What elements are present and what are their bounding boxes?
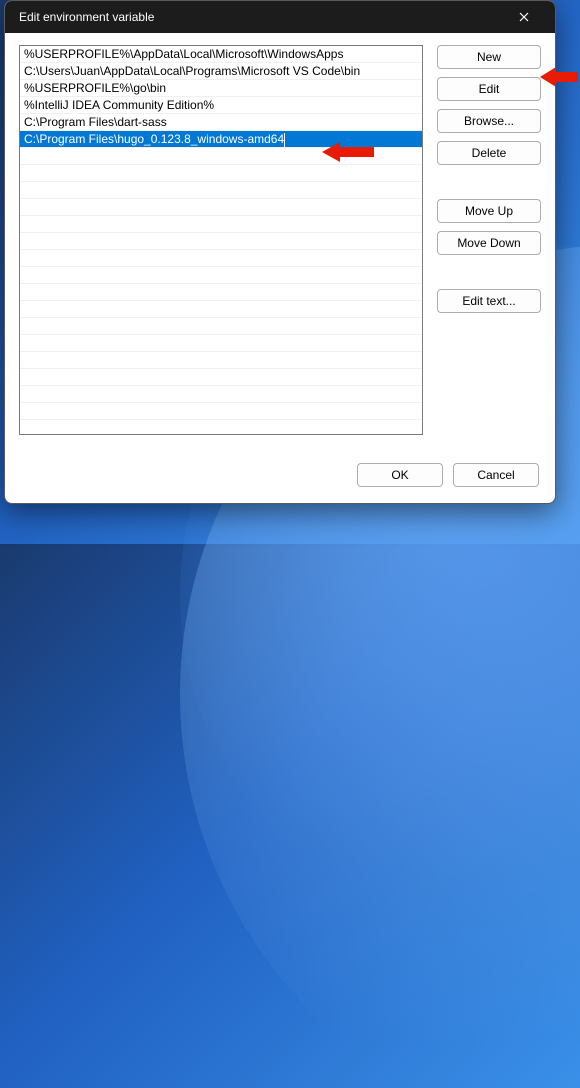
list-item-empty[interactable] bbox=[20, 199, 422, 216]
delete-button[interactable]: Delete bbox=[437, 141, 541, 165]
list-item-empty[interactable] bbox=[20, 284, 422, 301]
edit-button[interactable]: Edit bbox=[437, 77, 541, 101]
list-item[interactable]: C:\Program Files\dart-sass bbox=[20, 114, 422, 131]
list-item-empty[interactable] bbox=[20, 165, 422, 182]
cancel-button[interactable]: Cancel bbox=[453, 463, 539, 487]
path-listbox[interactable]: %USERPROFILE%\AppData\Local\Microsoft\Wi… bbox=[19, 45, 423, 435]
side-buttons: New Edit Browse... Delete Move Up Move D… bbox=[437, 45, 541, 449]
dialog-footer: OK Cancel bbox=[5, 449, 555, 503]
editing-text: C:\Program Files\hugo_0.123.8_windows-am… bbox=[24, 132, 284, 146]
dialog-title: Edit environment variable bbox=[19, 10, 503, 24]
list-item-empty[interactable] bbox=[20, 369, 422, 386]
move-up-button[interactable]: Move Up bbox=[437, 199, 541, 223]
edit-text-button[interactable]: Edit text... bbox=[437, 289, 541, 313]
new-button[interactable]: New bbox=[437, 45, 541, 69]
list-item[interactable]: %USERPROFILE%\go\bin bbox=[20, 80, 422, 97]
list-item-empty[interactable] bbox=[20, 352, 422, 369]
close-button[interactable] bbox=[503, 1, 545, 33]
list-item-editing[interactable]: C:\Program Files\hugo_0.123.8_windows-am… bbox=[20, 131, 422, 148]
list-item-empty[interactable] bbox=[20, 403, 422, 420]
list-item-empty[interactable] bbox=[20, 148, 422, 165]
list-item-empty[interactable] bbox=[20, 318, 422, 335]
browse-button[interactable]: Browse... bbox=[437, 109, 541, 133]
dialog-body: %USERPROFILE%\AppData\Local\Microsoft\Wi… bbox=[5, 33, 555, 449]
list-item-empty[interactable] bbox=[20, 233, 422, 250]
ok-button[interactable]: OK bbox=[357, 463, 443, 487]
list-item-empty[interactable] bbox=[20, 182, 422, 199]
list-item[interactable]: %IntelliJ IDEA Community Edition% bbox=[20, 97, 422, 114]
list-item-empty[interactable] bbox=[20, 335, 422, 352]
list-item[interactable]: C:\Users\Juan\AppData\Local\Programs\Mic… bbox=[20, 63, 422, 80]
list-item-empty[interactable] bbox=[20, 386, 422, 403]
list-item[interactable]: %USERPROFILE%\AppData\Local\Microsoft\Wi… bbox=[20, 46, 422, 63]
list-item-empty[interactable] bbox=[20, 267, 422, 284]
edit-env-var-dialog: Edit environment variable %USERPROFILE%\… bbox=[4, 0, 556, 504]
list-item-empty[interactable] bbox=[20, 301, 422, 318]
list-item-empty[interactable] bbox=[20, 216, 422, 233]
list-item-empty[interactable] bbox=[20, 250, 422, 267]
close-icon bbox=[519, 10, 529, 25]
move-down-button[interactable]: Move Down bbox=[437, 231, 541, 255]
titlebar: Edit environment variable bbox=[5, 1, 555, 33]
